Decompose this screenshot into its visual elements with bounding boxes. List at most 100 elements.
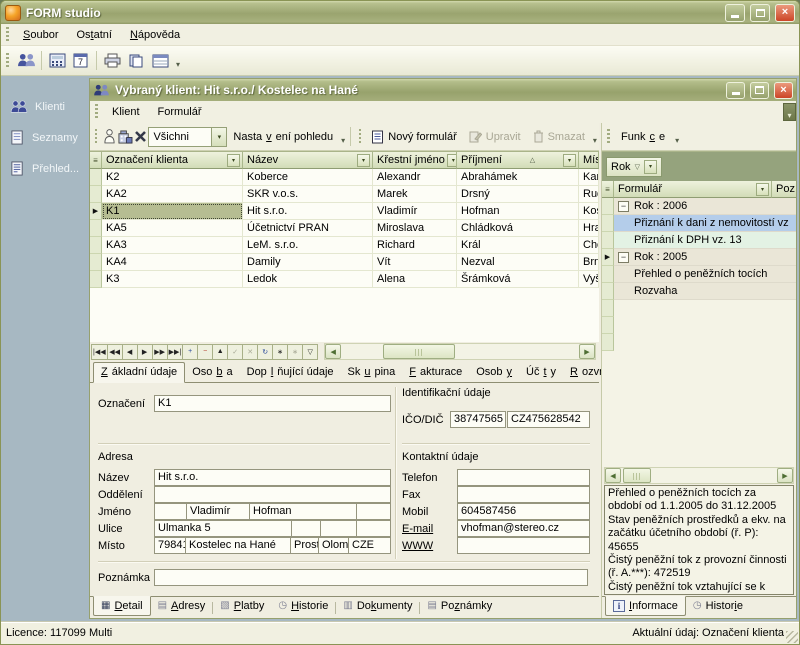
cell-last-name[interactable]: Nezval	[457, 254, 579, 271]
menu-formular[interactable]: Formulář	[149, 103, 211, 121]
cell-id[interactable]: KA5	[102, 220, 243, 237]
cell-name[interactable]: Ledok	[243, 271, 373, 288]
cell-name[interactable]: Účetnictví PRAN	[243, 220, 373, 237]
nav-delete-button[interactable]: −	[197, 344, 213, 360]
column-filter-dropdown[interactable]: ▾	[227, 154, 240, 167]
cell-name[interactable]: Damily	[243, 254, 373, 271]
form-item-label[interactable]: Přehled o peněžních tocích	[614, 266, 796, 283]
column-header-misto[interactable]: Místo	[579, 152, 599, 169]
sidebar-item-klienti[interactable]: Klienti	[1, 92, 87, 122]
cell-first-name[interactable]: Marek	[373, 186, 457, 203]
cell-place[interactable]: Rudn	[579, 186, 599, 203]
cell-id[interactable]: K3	[102, 271, 243, 288]
table-row[interactable]: K2 Koberce Alexandr Abrahámek Karv	[90, 169, 599, 186]
cell-first-name[interactable]: Alena	[373, 271, 457, 288]
funkce-overflow-button[interactable]: ▾	[671, 127, 683, 147]
cell-place[interactable]: Cheb	[579, 237, 599, 254]
column-header-poznamka[interactable]: Poz	[772, 181, 796, 198]
jmeno-last-field[interactable]: Hofman	[249, 503, 357, 520]
resize-grip[interactable]	[786, 631, 798, 643]
chevron-down-icon[interactable]: ▾	[644, 160, 657, 174]
list-toolbar-button[interactable]	[148, 49, 172, 72]
nav-post-button[interactable]: ✓	[227, 344, 243, 360]
cell-place[interactable]: Brno	[579, 254, 599, 271]
row-selector[interactable]	[602, 198, 614, 215]
tab-fakturace[interactable]: Fakturace	[402, 363, 469, 382]
toolbar-grip[interactable]	[5, 53, 10, 69]
filter-toolbar-overflow-button[interactable]: ▾	[339, 127, 347, 147]
delete-view-toolbar-button[interactable]	[133, 126, 149, 147]
stat-field[interactable]: CZE	[348, 537, 391, 554]
row-selector[interactable]	[90, 254, 102, 271]
nav-prev-button[interactable]: ◀	[122, 344, 138, 360]
cell-name[interactable]: Hit s.r.o.	[243, 203, 373, 220]
person-toolbar-button[interactable]	[101, 126, 117, 147]
tab-ucty[interactable]: Účty	[519, 363, 563, 382]
grid-corner-icon[interactable]: ≡	[602, 181, 614, 198]
funkce-toolbar-grip[interactable]	[606, 129, 611, 145]
column-header-krestni-jmeno[interactable]: Křestní jméno ▾	[373, 152, 457, 169]
nav-fast-next-button[interactable]: ▶▶	[152, 344, 168, 360]
nav-last-button[interactable]: ▶▶|	[167, 344, 184, 360]
oznaceni-field[interactable]: K1	[154, 395, 391, 412]
poznamka-field[interactable]	[154, 569, 588, 586]
table-row[interactable]: KA4 Damily Vít Nezval Brno	[90, 254, 599, 271]
jmeno-title-field[interactable]	[154, 503, 187, 520]
organization-toolbar-button[interactable]	[117, 126, 133, 147]
cell-last-name[interactable]: Drsný	[457, 186, 579, 203]
scrollbar-thumb[interactable]	[623, 468, 651, 483]
tab-osoba[interactable]: Osoba	[185, 363, 239, 382]
view-filter-combobox[interactable]: Všichni ▾	[148, 127, 227, 147]
nav-refresh-button[interactable]: ↻	[257, 344, 273, 360]
scroll-right-icon[interactable]: ▶	[579, 344, 595, 359]
column-filter-dropdown[interactable]: ▾	[563, 154, 576, 167]
maximize-button[interactable]	[750, 4, 770, 22]
fax-field[interactable]	[457, 486, 590, 503]
nav-cancel-button[interactable]: ✕	[242, 344, 258, 360]
cell-place[interactable]: Hrad	[579, 220, 599, 237]
www-link-label[interactable]: WWW	[402, 540, 433, 552]
jmeno-suffix-field[interactable]	[356, 503, 391, 520]
tab-poznamky[interactable]: ▤ Poznámky	[420, 597, 499, 615]
mobil-field[interactable]: 604587456	[457, 503, 590, 520]
row-selector-current[interactable]: ▶	[90, 203, 102, 220]
cell-last-name[interactable]: Král	[457, 237, 579, 254]
client-close-button[interactable]: ×	[774, 82, 793, 99]
cell-id[interactable]: KA2	[102, 186, 243, 203]
tab-osoby[interactable]: Osoby	[469, 363, 519, 382]
table-row-selected[interactable]: ▶ K1 Hit s.r.o. Vladimír Hofman Kost	[90, 203, 599, 220]
tab-detail[interactable]: ▦ Detail	[93, 596, 151, 616]
column-filter-dropdown[interactable]: ▾	[357, 154, 370, 167]
email-link-label[interactable]: E-mail	[402, 523, 433, 535]
menu-napoveda[interactable]: Nápověda	[121, 26, 189, 44]
calendar-toolbar-button[interactable]: 7	[69, 49, 93, 72]
row-selector[interactable]	[90, 169, 102, 186]
table-row[interactable]: K3 Ledok Alena Šrámková Vyšk	[90, 271, 599, 288]
scroll-left-icon[interactable]: ◀	[605, 468, 621, 483]
form-item-label[interactable]: Přiznání k dani z nemovitostí vz	[614, 215, 796, 232]
nav-filter-button[interactable]: ▽	[302, 344, 318, 360]
form-toolbar-grip[interactable]	[358, 129, 361, 145]
form-item-row[interactable]: Přehled o peněžních tocích	[602, 266, 796, 283]
table-row[interactable]: KA2 SKR v.o.s. Marek Drsný Rudn	[90, 186, 599, 203]
sidebar-item-prehledy[interactable]: Přehled...	[1, 153, 87, 184]
tab-doplnujici-udaje[interactable]: Doplňující údaje	[240, 363, 341, 382]
nav-search-button[interactable]: ∗	[272, 344, 288, 360]
cell-place[interactable]: Kost	[579, 203, 599, 220]
scrollbar-thumb[interactable]	[383, 344, 455, 359]
okres-field[interactable]: Prost	[290, 537, 319, 554]
telefon-field[interactable]	[457, 469, 590, 486]
tab-informace[interactable]: i Informace	[605, 596, 686, 616]
column-header-formular[interactable]: Formulář ▾	[614, 181, 772, 198]
tab-dokumenty[interactable]: ▥ Dokumenty	[336, 597, 419, 615]
edit-form-button[interactable]: Upravit	[463, 127, 527, 146]
column-header-nazev[interactable]: Název ▾	[243, 152, 373, 169]
www-field[interactable]	[457, 537, 590, 554]
column-header-oznaceni[interactable]: Označení klienta ▾	[102, 152, 243, 169]
sidebar-item-seznamy[interactable]: Seznamy	[1, 122, 87, 153]
cell-first-name[interactable]: Miroslava	[373, 220, 457, 237]
toolbar-overflow-button[interactable]: ▾	[172, 51, 184, 71]
form-toolbar-overflow-button[interactable]: ▾	[591, 127, 599, 147]
scroll-left-icon[interactable]: ◀	[325, 344, 341, 359]
tab-historie[interactable]: ◷ Historie	[271, 597, 335, 615]
